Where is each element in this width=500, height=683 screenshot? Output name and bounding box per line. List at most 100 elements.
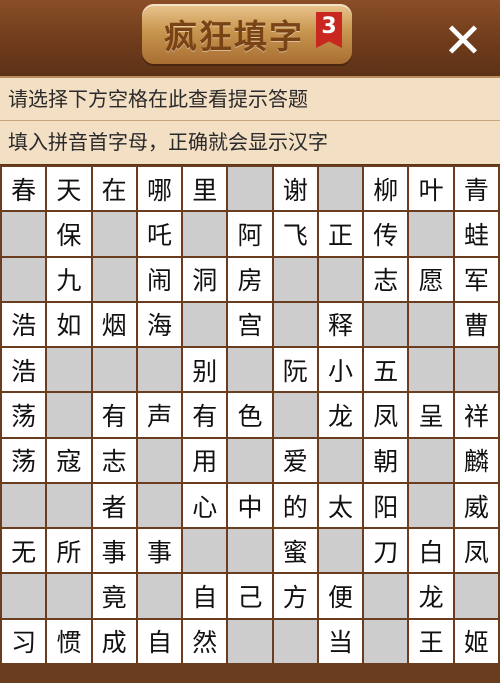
grid-cell[interactable]: 阿 xyxy=(228,212,272,256)
grid-cell[interactable]: 阮 xyxy=(273,348,317,392)
grid-cell[interactable]: 吒 xyxy=(137,212,182,256)
grid-cell[interactable]: 己 xyxy=(228,574,272,618)
grid-cell[interactable]: 呈 xyxy=(409,393,453,437)
grid-cell[interactable]: 浩 xyxy=(2,348,46,392)
grid-cell[interactable]: 青 xyxy=(454,167,498,211)
grid-cell[interactable]: 白 xyxy=(409,529,453,573)
grid-cell[interactable]: 传 xyxy=(364,212,408,256)
grid-cell-blank xyxy=(454,348,498,392)
grid-cell[interactable]: 春 xyxy=(2,167,46,211)
grid-cell[interactable]: 在 xyxy=(92,167,136,211)
grid-cell[interactable]: 方 xyxy=(273,574,317,618)
grid-cell[interactable]: 荡 xyxy=(2,393,46,437)
grid-cell-blank xyxy=(409,302,453,347)
grid-cell[interactable]: 军 xyxy=(454,257,498,301)
grid-cell[interactable]: 阳 xyxy=(364,483,408,528)
grid-cell[interactable]: 洞 xyxy=(183,257,227,301)
grid-cell[interactable]: 龙 xyxy=(409,574,453,618)
grid-cell[interactable]: 者 xyxy=(92,483,136,528)
grid-cell-blank xyxy=(364,574,408,618)
grid-cell[interactable]: 谢 xyxy=(273,167,317,211)
grid-cell[interactable]: 蜜 xyxy=(273,529,317,573)
grid-cell-blank xyxy=(92,257,136,301)
grid-cell[interactable]: 保 xyxy=(47,212,91,256)
grid-cell-blank xyxy=(364,302,408,347)
grid-cell[interactable]: 五 xyxy=(364,348,408,392)
grid-cell[interactable]: 志 xyxy=(92,438,136,482)
grid-cell[interactable]: 无 xyxy=(2,529,46,573)
grid-cell[interactable]: 爱 xyxy=(273,438,317,482)
game-title: 疯狂填字 xyxy=(164,17,304,56)
grid-cell[interactable]: 刀 xyxy=(364,529,408,573)
grid-cell[interactable]: 天 xyxy=(47,167,91,211)
grid-cell[interactable]: 正 xyxy=(318,212,363,256)
grid-cell[interactable]: 龙 xyxy=(318,393,363,437)
grid-cell[interactable]: 小 xyxy=(318,348,363,392)
grid-cell[interactable]: 浩 xyxy=(2,302,46,347)
grid-cell[interactable]: 麟 xyxy=(454,438,498,482)
grid-cell[interactable]: 成 xyxy=(92,619,136,663)
grid-cell[interactable]: 朝 xyxy=(364,438,408,482)
grid-cell[interactable]: 祥 xyxy=(454,393,498,437)
grid-cell[interactable]: 房 xyxy=(228,257,272,301)
grid-cell-blank xyxy=(228,529,272,573)
grid-cell[interactable]: 然 xyxy=(183,619,227,663)
grid-cell[interactable]: 海 xyxy=(137,302,182,347)
grid-cell-blank xyxy=(364,619,408,663)
grid-cell[interactable]: 寇 xyxy=(47,438,91,482)
close-icon[interactable]: ✕ xyxy=(440,17,486,65)
grid-cell[interactable]: 习 xyxy=(2,619,46,663)
grid-cell[interactable]: 蛙 xyxy=(454,212,498,256)
grid-cell[interactable]: 姬 xyxy=(454,619,498,663)
grid-cell[interactable]: 威 xyxy=(454,483,498,528)
grid-cell[interactable]: 如 xyxy=(47,302,91,347)
grid-cell[interactable]: 惯 xyxy=(47,619,91,663)
grid-cell-blank xyxy=(47,574,91,618)
grid-cell[interactable]: 烟 xyxy=(92,302,136,347)
grid-cell-blank xyxy=(183,302,227,347)
grid-cell[interactable]: 凤 xyxy=(364,393,408,437)
grid-cell[interactable]: 愿 xyxy=(409,257,453,301)
grid-cell-blank xyxy=(2,212,46,256)
grid-cell-blank xyxy=(409,438,453,482)
grid-cell[interactable]: 曹 xyxy=(454,302,498,347)
grid-cell[interactable]: 释 xyxy=(318,302,363,347)
grid-cell[interactable]: 宫 xyxy=(228,302,272,347)
grid-cell[interactable]: 的 xyxy=(273,483,317,528)
hint-panel: 请选择下方空格在此查看提示答题 填入拼音首字母，正确就会显示汉字 xyxy=(0,76,500,167)
grid-cell[interactable]: 心 xyxy=(183,483,227,528)
grid-cell[interactable]: 所 xyxy=(47,529,91,573)
grid-cell-blank xyxy=(228,167,272,211)
grid-cell[interactable]: 事 xyxy=(92,529,136,573)
grid-cell[interactable]: 太 xyxy=(318,483,363,528)
grid-cell[interactable]: 声 xyxy=(137,393,182,437)
grid-cell-blank xyxy=(318,257,363,301)
grid-cell[interactable]: 事 xyxy=(137,529,182,573)
grid-cell[interactable]: 便 xyxy=(318,574,363,618)
grid-cell[interactable]: 用 xyxy=(183,438,227,482)
grid-cell[interactable]: 有 xyxy=(92,393,136,437)
grid-cell[interactable]: 色 xyxy=(228,393,272,437)
grid-cell[interactable]: 飞 xyxy=(273,212,317,256)
grid-cell[interactable]: 自 xyxy=(183,574,227,618)
grid-cell[interactable]: 中 xyxy=(228,483,272,528)
grid-cell[interactable]: 闹 xyxy=(137,257,182,301)
grid-cell[interactable]: 竟 xyxy=(92,574,136,618)
grid-cell[interactable]: 王 xyxy=(409,619,453,663)
grid-cell-blank xyxy=(92,348,136,392)
grid-cell-blank xyxy=(409,483,453,528)
grid-cell[interactable]: 凤 xyxy=(454,529,498,573)
grid-cell[interactable]: 志 xyxy=(364,257,408,301)
grid-cell[interactable]: 哪 xyxy=(137,167,182,211)
grid-cell[interactable]: 柳 xyxy=(364,167,408,211)
hint-line-1: 请选择下方空格在此查看提示答题 xyxy=(8,87,308,111)
grid-cell[interactable]: 荡 xyxy=(2,438,46,482)
grid-cell[interactable]: 有 xyxy=(183,393,227,437)
grid-cell[interactable]: 自 xyxy=(137,619,182,663)
grid-cell-blank xyxy=(409,348,453,392)
grid-cell[interactable]: 九 xyxy=(47,257,91,301)
grid-cell[interactable]: 别 xyxy=(183,348,227,392)
grid-cell[interactable]: 当 xyxy=(318,619,363,663)
grid-cell[interactable]: 里 xyxy=(183,167,227,211)
grid-cell[interactable]: 叶 xyxy=(409,167,453,211)
